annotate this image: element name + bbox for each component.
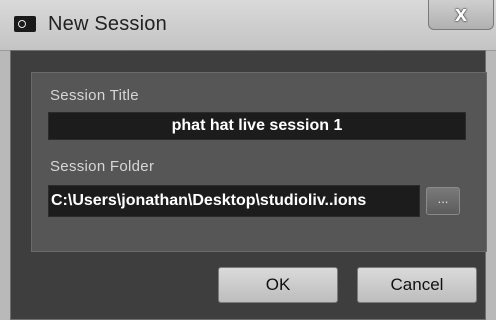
- app-icon: [14, 16, 36, 32]
- close-icon: x: [454, 1, 468, 26]
- title-bar[interactable]: New Session x: [0, 0, 496, 51]
- session-title-input[interactable]: phat hat live session 1: [48, 112, 466, 140]
- session-settings-panel: Session Title phat hat live session 1 Se…: [31, 72, 487, 252]
- session-folder-input[interactable]: C:\Users\jonathan\Desktop\studioliv..ion…: [48, 185, 420, 217]
- browse-folder-button[interactable]: ...: [426, 187, 460, 215]
- dialog-body: Session Title phat hat live session 1 Se…: [10, 50, 487, 320]
- close-button[interactable]: x: [428, 0, 494, 30]
- window-title: New Session: [48, 13, 167, 35]
- session-title-label: Session Title: [50, 87, 139, 104]
- new-session-dialog: New Session x Session Title phat hat liv…: [0, 0, 496, 320]
- session-folder-label: Session Folder: [50, 158, 155, 175]
- ok-button[interactable]: OK: [218, 267, 338, 303]
- cancel-button[interactable]: Cancel: [357, 267, 477, 303]
